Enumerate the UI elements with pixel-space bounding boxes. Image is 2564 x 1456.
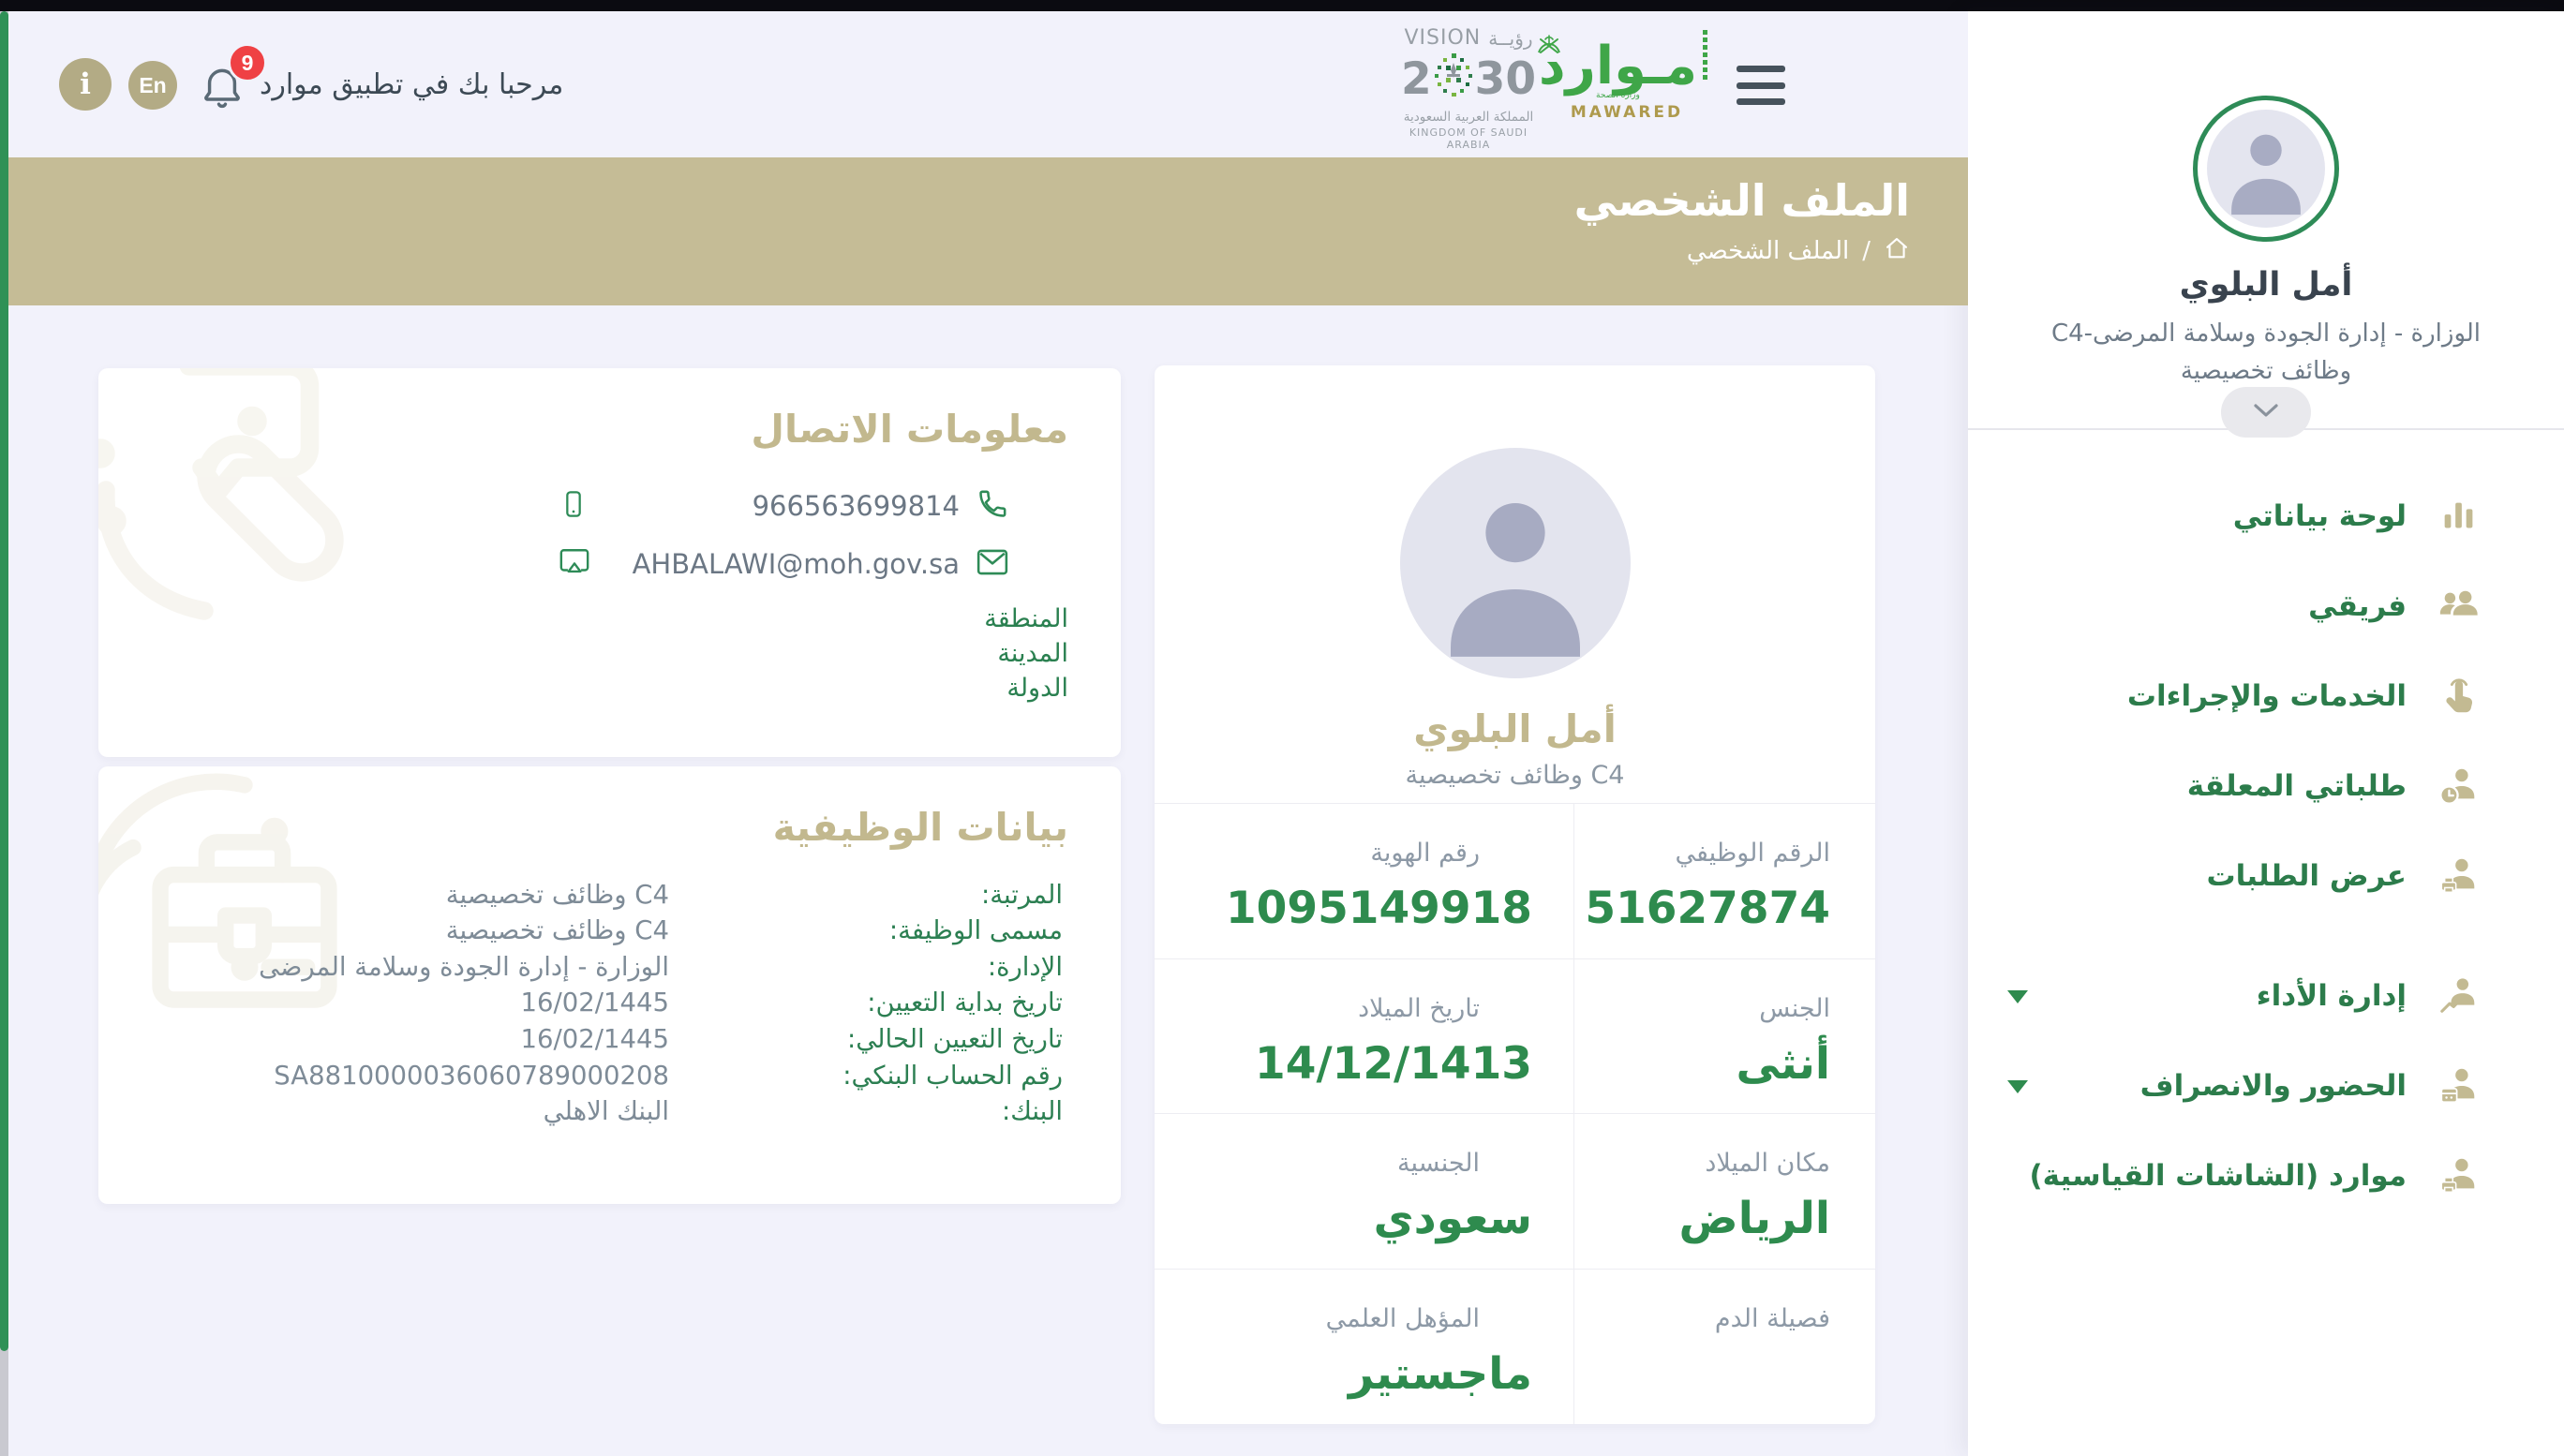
profile-avatar bbox=[1400, 448, 1631, 678]
email-address[interactable]: AHBALAWI@moh.gov.sa bbox=[633, 548, 960, 580]
profile-fields-grid: الرقم الوظيفي51627874 رقم الهوية10951499… bbox=[1155, 803, 1875, 1424]
sidebar-item-label: موارد (الشاشات القياسية) bbox=[2030, 1159, 2407, 1193]
caret-down-icon bbox=[2007, 1080, 2028, 1093]
vision2030-emblem-icon bbox=[1432, 52, 1475, 106]
sidebar-item-my-team[interactable]: فريقي bbox=[1968, 561, 2564, 651]
sidebar-avatar[interactable] bbox=[2193, 96, 2339, 242]
moh-emblem-icon bbox=[1533, 32, 1565, 64]
sidebar-item-dashboard[interactable]: لوحة بياناتي bbox=[1968, 471, 2564, 561]
notifications-button[interactable]: 9 bbox=[200, 64, 245, 112]
smartphone-icon[interactable] bbox=[559, 488, 589, 524]
sidebar: أمل البلوي الوزارة - إدارة الجودة وسلامة… bbox=[1968, 11, 2564, 1456]
field-birth-date: تاريخ الميلاد14/12/1413 bbox=[1155, 959, 1573, 1115]
caret-down-icon bbox=[2007, 990, 2028, 1003]
mawared-dots-icon bbox=[1703, 30, 1710, 90]
person-printer-icon bbox=[2435, 852, 2483, 900]
field-birth-place: مكان الميلادالرياض bbox=[1573, 1114, 1875, 1270]
person-printer-icon bbox=[2435, 1151, 2483, 1200]
sidebar-item-label: لوحة بياناتي bbox=[2233, 499, 2407, 533]
job-row: تاريخ بداية التعيين:16/02/1445 bbox=[98, 985, 1063, 1021]
profile-name: أمل البلوي bbox=[1155, 706, 1875, 751]
info-button[interactable]: i bbox=[59, 58, 112, 111]
job-row: رقم الحساب البنكي:SA88100000360607890002… bbox=[98, 1057, 1063, 1093]
page-banner: الملف الشخصي / الملف الشخصي bbox=[8, 157, 1968, 305]
mawared-app-page: أمل البلوي الوزارة - إدارة الجودة وسلامة… bbox=[0, 0, 2564, 1456]
chevron-down-icon bbox=[2252, 402, 2280, 422]
phone-number[interactable]: 966563699814 bbox=[753, 490, 960, 522]
page-scrollbar[interactable] bbox=[0, 11, 8, 1456]
phone-icon bbox=[976, 488, 1008, 524]
person-clock-icon bbox=[2435, 762, 2483, 810]
sidebar-item-label: عرض الطلبات bbox=[2206, 859, 2407, 893]
sidebar-item-label: الحضور والانصراف bbox=[2140, 1069, 2407, 1103]
sidebar-item-attendance[interactable]: الحضور والانصراف bbox=[1968, 1041, 2564, 1131]
hamburger-menu-button[interactable] bbox=[1737, 66, 1785, 105]
email-row: AHBALAWI@moh.gov.sa bbox=[559, 538, 1008, 590]
sidebar-item-label: طلباتي المعلقة bbox=[2187, 769, 2407, 803]
sidebar-item-pending-requests[interactable]: طلباتي المعلقة bbox=[1968, 741, 2564, 831]
person-trend-icon bbox=[2435, 972, 2483, 1020]
sidebar-menu: لوحة بياناتي فريقي الخدمات والإجراءات طل… bbox=[1968, 430, 2564, 1221]
user-avatar-icon bbox=[2211, 113, 2321, 228]
topbar: i En 9 مرحبا بك في تطبيق موارد VISIONرؤي… bbox=[8, 11, 1968, 157]
field-employee-number: الرقم الوظيفي51627874 bbox=[1573, 804, 1875, 959]
sidebar-item-services[interactable]: الخدمات والإجراءات bbox=[1968, 651, 2564, 741]
page-title: الملف الشخصي bbox=[8, 157, 1910, 226]
phone-row: 966563699814 bbox=[559, 480, 1008, 532]
job-row: المرتبة:C4 وظائف تخصيصية bbox=[98, 876, 1063, 913]
field-national-id: رقم الهوية1095149918 bbox=[1155, 804, 1573, 959]
breadcrumb: / الملف الشخصي bbox=[8, 235, 1910, 268]
sidebar-item-label: فريقي bbox=[2308, 589, 2407, 623]
mawared-logo: مـوارد وزارة الصحة MAWARED bbox=[1557, 39, 1697, 122]
screen-share-icon[interactable] bbox=[559, 547, 590, 581]
city-link[interactable]: المدينة bbox=[98, 636, 1068, 671]
team-icon bbox=[2435, 582, 2483, 631]
sidebar-user-name: أمل البلوي bbox=[1968, 266, 2564, 304]
job-info-card: بيانات الوظيفية المرتبة:C4 وظائف تخصيصية… bbox=[98, 766, 1121, 1204]
envelope-icon bbox=[976, 548, 1008, 580]
bar-chart-icon bbox=[2435, 492, 2483, 541]
field-gender: الجنسأنثى bbox=[1573, 959, 1875, 1115]
sidebar-divider bbox=[1968, 428, 2564, 430]
sidebar-item-mawared-screens[interactable]: موارد (الشاشات القياسية) bbox=[1968, 1131, 2564, 1221]
job-row: مسمى الوظيفة:C4 وظائف تخصيصية bbox=[98, 913, 1063, 949]
breadcrumb-current: الملف الشخصي bbox=[1687, 237, 1849, 265]
collapse-profile-button[interactable] bbox=[2221, 387, 2311, 438]
bell-icon bbox=[201, 99, 244, 113]
sidebar-item-performance[interactable]: إدارة الأداء bbox=[1968, 951, 2564, 1041]
region-link[interactable]: المنطقة bbox=[98, 602, 1068, 636]
sidebar-user-title: الوزارة - إدارة الجودة وسلامة المرضى-C4 … bbox=[2035, 315, 2497, 391]
job-card-title: بيانات الوظيفية bbox=[98, 766, 1121, 852]
sidebar-item-view-requests[interactable]: عرض الطلبات bbox=[1968, 831, 2564, 921]
user-avatar-icon bbox=[1408, 459, 1623, 678]
country-link[interactable]: الدولة bbox=[98, 671, 1068, 706]
person-calendar-icon bbox=[2435, 1062, 2483, 1110]
breadcrumb-separator: / bbox=[1862, 237, 1871, 265]
job-row: الإدارة:الوزارة - إدارة الجودة وسلامة ال… bbox=[98, 948, 1063, 985]
vision2030-logo: VISIONرؤيــة 2 30 المملكة العربية السعود… bbox=[1394, 26, 1543, 151]
profile-summary-card: أمل البلوي C4 وظائف تخصيصية الرقم الوظيف… bbox=[1155, 365, 1875, 1424]
language-button[interactable]: En bbox=[128, 61, 177, 110]
browser-top-strip bbox=[0, 0, 2564, 11]
job-row: تاريخ التعيين الحالي:16/02/1445 bbox=[98, 1021, 1063, 1058]
field-nationality: الجنسيةسعودي bbox=[1155, 1114, 1573, 1270]
field-blood-type: فصيلة الدم bbox=[1573, 1270, 1875, 1425]
field-education: المؤهل العلميماجستير bbox=[1155, 1270, 1573, 1425]
touch-hand-icon bbox=[2435, 672, 2483, 721]
profile-job-title: C4 وظائف تخصيصية bbox=[1155, 761, 1875, 790]
scrollbar-thumb[interactable] bbox=[0, 11, 8, 1351]
sidebar-item-label: الخدمات والإجراءات bbox=[2127, 679, 2407, 713]
job-row: البنك:البنك الاهلي bbox=[98, 1093, 1063, 1130]
welcome-text: مرحبا بك في تطبيق موارد bbox=[260, 11, 563, 157]
contact-info-card: معلومات الاتصال 966563699814 bbox=[98, 368, 1121, 757]
home-icon[interactable] bbox=[1884, 235, 1910, 268]
contact-card-title: معلومات الاتصال bbox=[98, 368, 1121, 453]
sidebar-item-label: إدارة الأداء bbox=[2257, 979, 2407, 1013]
